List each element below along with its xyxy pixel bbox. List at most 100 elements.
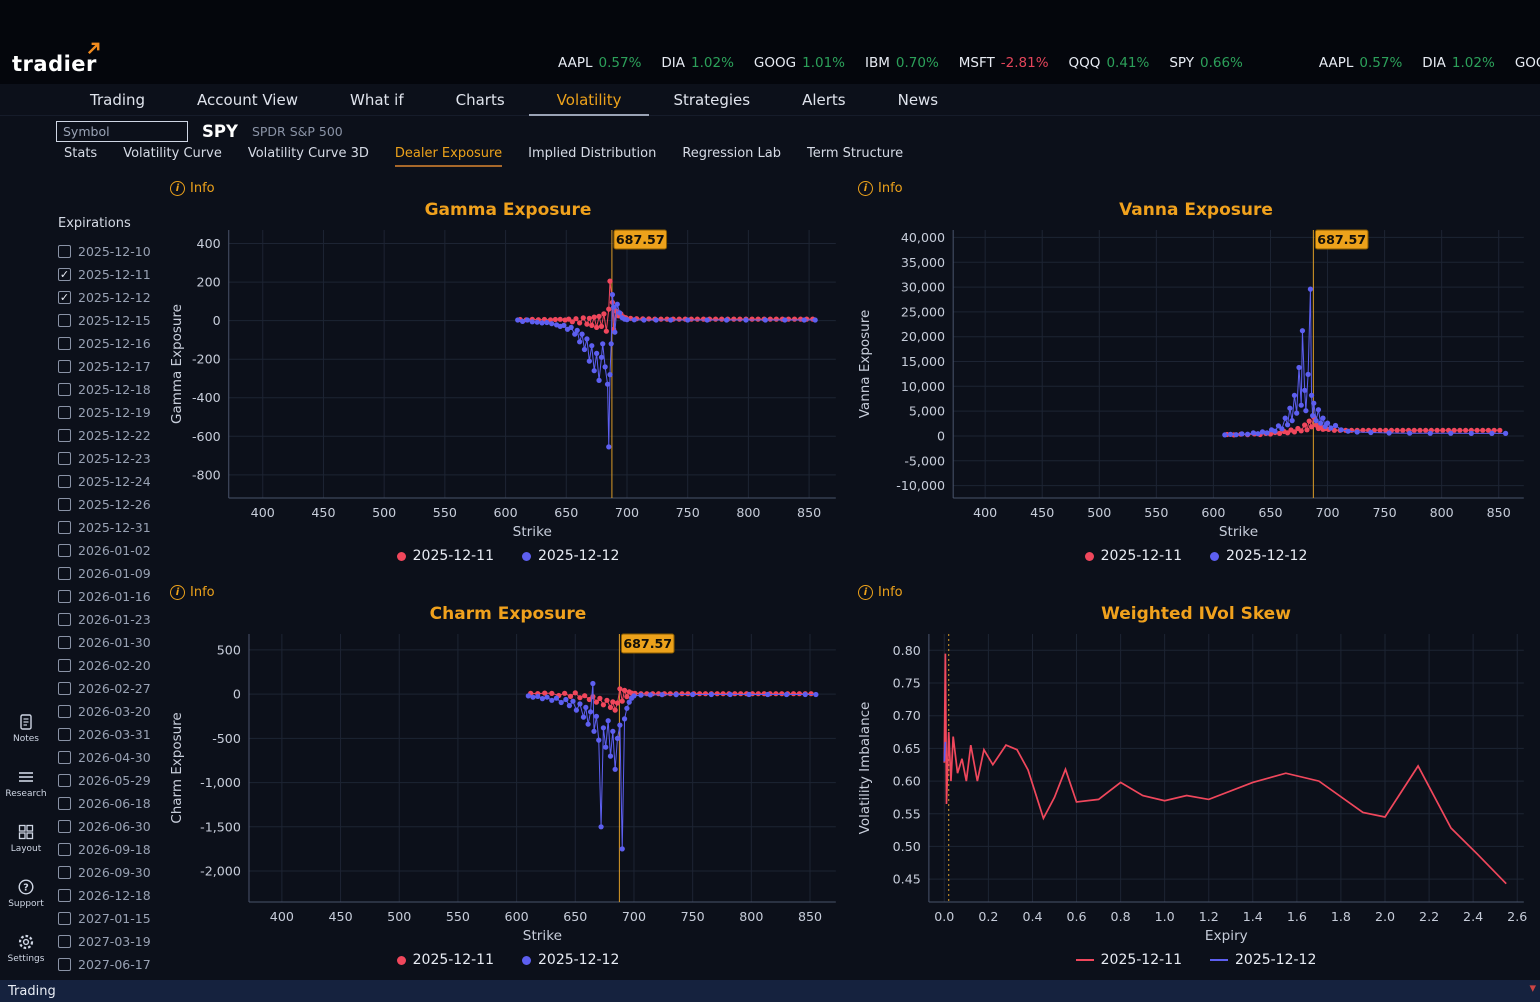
subtab-dealer-exposure[interactable]: Dealer Exposure (394, 146, 503, 167)
expiration-item[interactable]: 2026-01-09 (58, 562, 164, 585)
expiration-item[interactable]: 2026-05-29 (58, 769, 164, 792)
subtab-regression-lab[interactable]: Regression Lab (682, 146, 781, 167)
expiration-item[interactable]: 2025-12-15 (58, 309, 164, 332)
chart-canvas[interactable]: 400 450 500 550 600 650 700 750 800 850 400 200 0 -20… (164, 222, 852, 542)
expiration-item[interactable]: 2025-12-23 (58, 447, 164, 470)
nav-item-trading[interactable]: Trading (88, 85, 147, 115)
nav-item-alerts[interactable]: Alerts (800, 85, 848, 115)
expiration-checkbox[interactable] (58, 774, 71, 787)
expiration-item[interactable]: 2025-12-17 (58, 355, 164, 378)
expiration-checkbox[interactable] (58, 912, 71, 925)
expiration-checkbox[interactable] (58, 567, 71, 580)
expiration-checkbox[interactable] (58, 245, 71, 258)
chart-canvas[interactable]: 400 450 500 550 600 650 700 750 800 850 500 0 -500 -1… (164, 626, 852, 946)
expiration-item[interactable]: 2026-09-18 (58, 838, 164, 861)
expiration-checkbox[interactable] (58, 659, 71, 672)
subtab-term-structure[interactable]: Term Structure (807, 146, 903, 167)
expiration-item[interactable]: 2025-12-24 (58, 470, 164, 493)
expiration-item[interactable]: 2025-12-26 (58, 493, 164, 516)
expiration-checkbox[interactable] (58, 383, 71, 396)
expiration-checkbox[interactable]: ✓ (58, 268, 71, 281)
nav-item-what-if[interactable]: What if (348, 85, 406, 115)
nav-item-volatility[interactable]: Volatility (528, 85, 650, 116)
subtab-implied-distribution[interactable]: Implied Distribution (528, 146, 656, 167)
legend-item[interactable]: 2025-12-12 (522, 952, 619, 968)
nav-item-account-view[interactable]: Account View (195, 85, 300, 115)
expiration-item[interactable]: 2025-12-16 (58, 332, 164, 355)
expiration-checkbox[interactable] (58, 820, 71, 833)
rail-item-settings[interactable]: Settings (8, 933, 44, 964)
info-button[interactable]: i Info (852, 178, 903, 198)
nav-item-news[interactable]: News (896, 85, 941, 115)
statusbar-arrow-icon[interactable]: ▾ (1529, 981, 1536, 996)
expiration-item[interactable]: 2026-01-23 (58, 608, 164, 631)
expiration-checkbox[interactable] (58, 406, 71, 419)
expiration-item[interactable]: 2026-02-20 (58, 654, 164, 677)
expiration-item[interactable]: 2025-12-19 (58, 401, 164, 424)
expiration-checkbox[interactable] (58, 613, 71, 626)
subtab-volatility-curve-3d[interactable]: Volatility Curve 3D (248, 146, 369, 167)
subtab-stats[interactable]: Stats (64, 146, 97, 167)
expiration-item[interactable]: 2026-09-30 (58, 861, 164, 884)
expiration-checkbox[interactable] (58, 843, 71, 856)
expiration-item[interactable]: 2026-01-02 (58, 539, 164, 562)
expiration-item[interactable]: 2025-12-18 (58, 378, 164, 401)
legend-item[interactable]: 2025-12-11 (396, 952, 494, 968)
expiration-item[interactable]: 2026-03-31 (58, 723, 164, 746)
nav-item-charts[interactable]: Charts (454, 85, 507, 115)
rail-item-research[interactable]: Research (5, 768, 47, 799)
legend-item[interactable]: 2025-12-11 (396, 548, 494, 564)
expiration-item[interactable]: 2026-02-27 (58, 677, 164, 700)
nav-item-strategies[interactable]: Strategies (671, 85, 752, 115)
tradier-logo[interactable]: tradier (12, 42, 100, 76)
expiration-item[interactable]: 2026-01-30 (58, 631, 164, 654)
expiration-checkbox[interactable] (58, 728, 71, 741)
expiration-checkbox[interactable] (58, 475, 71, 488)
expiration-item[interactable]: ✓ 2025-12-12 (58, 286, 164, 309)
expiration-item[interactable]: 2025-12-22 (58, 424, 164, 447)
expiration-checkbox[interactable] (58, 889, 71, 902)
expiration-checkbox[interactable] (58, 935, 71, 948)
rail-item-notes[interactable]: Notes (13, 713, 39, 744)
expiration-checkbox[interactable] (58, 544, 71, 557)
expiration-checkbox[interactable] (58, 705, 71, 718)
chart-canvas[interactable]: 0.0 0.2 0.4 0.6 0.8 1.0 1.2 1.4 1.6 1.8 2.0 2.2 2.4 2… (852, 626, 1540, 946)
expiration-checkbox[interactable] (58, 429, 71, 442)
rail-item-layout[interactable]: Layout (11, 823, 41, 854)
expiration-item[interactable]: 2027-06-17 (58, 953, 164, 976)
subtab-volatility-curve[interactable]: Volatility Curve (123, 146, 222, 167)
rail-item-support[interactable]: ? Support (8, 878, 44, 909)
expiration-checkbox[interactable] (58, 866, 71, 879)
expiration-checkbox[interactable] (58, 314, 71, 327)
legend-item[interactable]: 2025-12-11 (1084, 548, 1182, 564)
expiration-item[interactable]: 2026-06-18 (58, 792, 164, 815)
expiration-item[interactable]: 2027-03-19 (58, 930, 164, 953)
expiration-item[interactable]: 2026-03-20 (58, 700, 164, 723)
expiration-checkbox[interactable] (58, 498, 71, 511)
expiration-checkbox[interactable] (58, 521, 71, 534)
expiration-checkbox[interactable] (58, 958, 71, 971)
info-button[interactable]: i Info (164, 178, 215, 198)
expiration-item[interactable]: 2026-12-18 (58, 884, 164, 907)
expiration-item[interactable]: 2026-01-16 (58, 585, 164, 608)
expiration-checkbox[interactable] (58, 360, 71, 373)
expiration-item[interactable]: 2026-04-30 (58, 746, 164, 769)
expiration-checkbox[interactable] (58, 797, 71, 810)
legend-item[interactable]: 2025-12-11 (1075, 952, 1182, 968)
expiration-checkbox[interactable] (58, 636, 71, 649)
expiration-item[interactable]: 2025-12-10 (58, 240, 164, 263)
chart-canvas[interactable]: 400 450 500 550 600 650 700 750 800 850 40,000 35,0… (852, 222, 1540, 542)
legend-item[interactable]: 2025-12-12 (1210, 548, 1307, 564)
expiration-item[interactable]: ✓ 2025-12-11 (58, 263, 164, 286)
expiration-checkbox[interactable] (58, 590, 71, 603)
expiration-item[interactable]: 2026-06-30 (58, 815, 164, 838)
expiration-item[interactable]: 2025-12-31 (58, 516, 164, 539)
expiration-checkbox[interactable] (58, 682, 71, 695)
symbol-input[interactable] (56, 120, 188, 142)
legend-item[interactable]: 2025-12-12 (522, 548, 619, 564)
legend-item[interactable]: 2025-12-12 (1210, 952, 1316, 968)
expiration-checkbox[interactable] (58, 337, 71, 350)
info-button[interactable]: i Info (164, 582, 215, 602)
expiration-checkbox[interactable] (58, 452, 71, 465)
expiration-checkbox[interactable]: ✓ (58, 291, 71, 304)
